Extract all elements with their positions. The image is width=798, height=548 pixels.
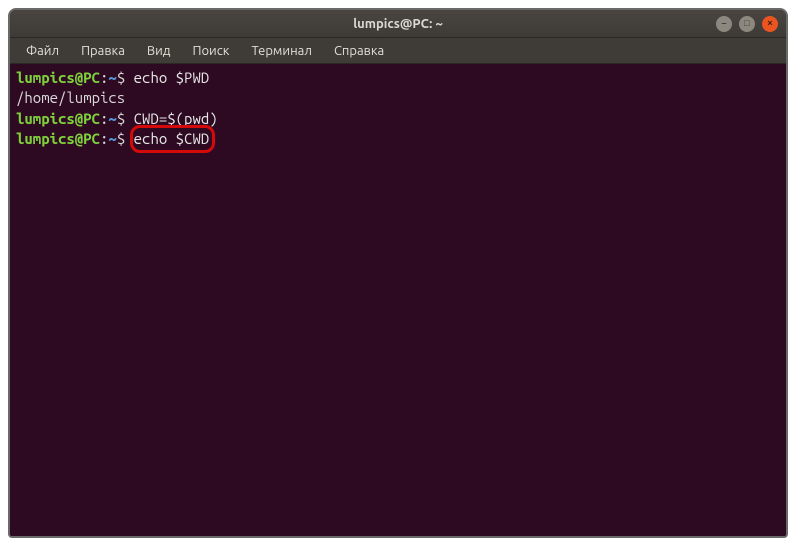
window-controls: – □ ×	[716, 16, 778, 32]
prompt-symbol: $	[117, 130, 125, 147]
maximize-button[interactable]: □	[739, 16, 755, 32]
prompt-user-host: lumpics@PC	[16, 110, 100, 127]
command-text: echo $PWD	[134, 69, 210, 86]
menu-file[interactable]: Файл	[16, 41, 69, 61]
terminal-body[interactable]: lumpics@PC:~$ echo $PWD /home/lumpics lu…	[10, 64, 786, 536]
menu-terminal[interactable]: Терминал	[241, 41, 321, 61]
prompt-user-host: lumpics@PC	[16, 69, 100, 86]
terminal-line: lumpics@PC:~$ CWD=$(pwd)	[16, 109, 780, 129]
terminal-line: /home/lumpics	[16, 88, 780, 108]
minimize-button[interactable]: –	[716, 16, 732, 32]
terminal-line: lumpics@PC:~$ echo $PWD	[16, 68, 780, 88]
terminal-line: lumpics@PC:~$ echo $CWD	[16, 129, 780, 149]
prompt-path: ~	[108, 130, 116, 147]
menu-search[interactable]: Поиск	[182, 41, 239, 61]
window-title: lumpics@PC: ~	[10, 17, 786, 31]
prompt-path: ~	[108, 110, 116, 127]
close-button[interactable]: ×	[762, 16, 778, 32]
menubar: Файл Правка Вид Поиск Терминал Справка	[10, 38, 786, 64]
output-text: /home/lumpics	[16, 89, 125, 106]
prompt-path: ~	[108, 69, 116, 86]
close-icon: ×	[767, 19, 772, 28]
terminal-window: lumpics@PC: ~ – □ × Файл Правка Вид Поис…	[8, 8, 788, 538]
prompt-user-host: lumpics@PC	[16, 130, 100, 147]
menu-view[interactable]: Вид	[137, 41, 181, 61]
titlebar: lumpics@PC: ~ – □ ×	[10, 10, 786, 38]
menu-help[interactable]: Справка	[324, 41, 394, 61]
maximize-icon: □	[744, 19, 749, 28]
prompt-symbol: $	[117, 110, 125, 127]
menu-edit[interactable]: Правка	[71, 41, 135, 61]
minimize-icon: –	[721, 19, 726, 28]
command-text: echo $CWD	[134, 130, 210, 147]
prompt-symbol: $	[117, 69, 125, 86]
highlighted-command: echo $CWD	[134, 129, 210, 149]
command-text: CWD=$(pwd)	[134, 110, 218, 127]
